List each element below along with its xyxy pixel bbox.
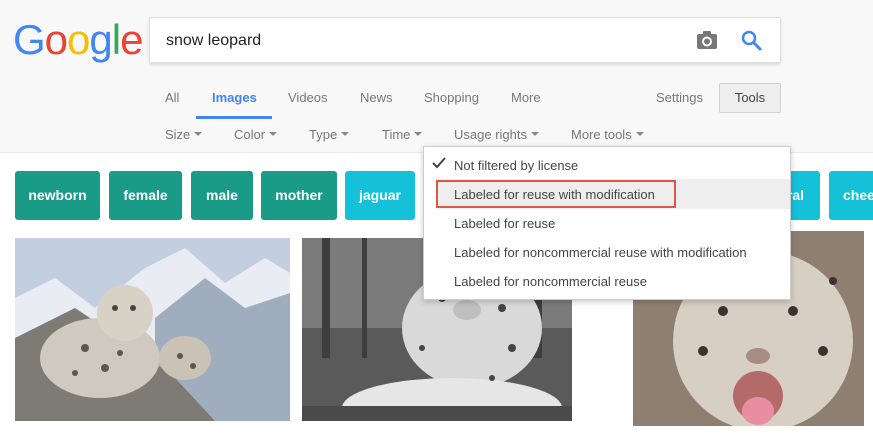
checkmark-icon	[432, 157, 446, 169]
tab-news[interactable]: News	[360, 90, 393, 105]
menu-item-noncommercial[interactable]: Labeled for noncommercial reuse	[454, 274, 647, 289]
tools-button[interactable]: Tools	[719, 83, 781, 113]
caret-down-icon	[269, 131, 278, 136]
filter-time[interactable]: Time	[382, 127, 423, 142]
chip-male[interactable]: male	[191, 171, 253, 220]
chip-newborn[interactable]: newborn	[15, 171, 100, 220]
filter-color[interactable]: Color	[234, 127, 278, 142]
settings-link[interactable]: Settings	[656, 90, 703, 105]
tab-more[interactable]: More	[511, 90, 541, 105]
caret-down-icon	[635, 131, 644, 136]
filter-size[interactable]: Size	[165, 127, 203, 142]
tab-videos[interactable]: Videos	[288, 90, 328, 105]
camera-icon[interactable]	[696, 30, 718, 50]
menu-item-not-filtered[interactable]: Not filtered by license	[454, 158, 578, 173]
google-logo[interactable]: Google	[13, 18, 143, 62]
filter-usage-rights[interactable]: Usage rights	[454, 127, 539, 142]
search-input[interactable]: snow leopard	[166, 32, 261, 50]
menu-item-noncommercial-modification[interactable]: Labeled for noncommercial reuse with mod…	[454, 245, 747, 260]
tab-all[interactable]: All	[165, 90, 179, 105]
chip-jaguar[interactable]: jaguar	[345, 171, 415, 220]
chip-female[interactable]: female	[109, 171, 182, 220]
highlight-box	[436, 180, 676, 208]
active-tab-indicator	[196, 116, 272, 119]
usage-rights-menu: Not filtered by license Labeled for reus…	[423, 146, 791, 300]
caret-down-icon	[414, 131, 423, 136]
chip-mother[interactable]: mother	[261, 171, 337, 220]
chip-cheetah[interactable]: chee	[829, 171, 873, 220]
caret-down-icon	[341, 131, 350, 136]
header-bar: Google snow leopard All Images Videos Ne…	[0, 0, 873, 153]
filter-more-tools[interactable]: More tools	[571, 127, 644, 142]
search-box[interactable]: snow leopard	[149, 17, 781, 63]
menu-item-reuse[interactable]: Labeled for reuse	[454, 216, 555, 231]
caret-down-icon	[194, 131, 203, 136]
result-image-1[interactable]	[15, 238, 290, 421]
tab-images[interactable]: Images	[212, 90, 257, 105]
filter-type[interactable]: Type	[309, 127, 350, 142]
search-icon[interactable]	[740, 29, 762, 51]
tab-shopping[interactable]: Shopping	[424, 90, 479, 105]
caret-down-icon	[530, 131, 539, 136]
